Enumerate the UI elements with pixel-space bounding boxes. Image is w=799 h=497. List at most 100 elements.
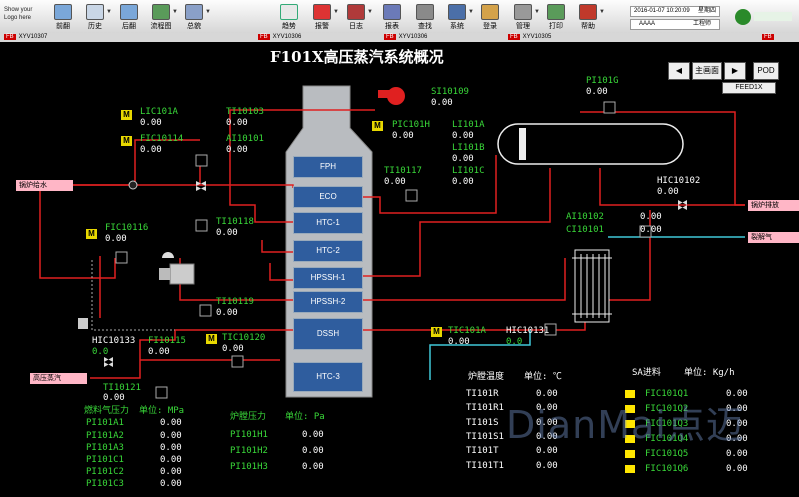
tag-hic10102-value: 0.00 [657, 187, 679, 197]
furnace-pressure-unit: 单位: Pa [285, 412, 325, 422]
furnace-temp-row-name[interactable]: TI101R [466, 389, 499, 399]
tag-fic10116-name[interactable]: FIC10116 [105, 223, 148, 233]
tag-lic101a-name[interactable]: LIC101A [140, 107, 178, 117]
actuator-icon [162, 252, 174, 258]
tag-ti10117-name[interactable]: TI10117 [384, 166, 422, 176]
tag-hic10131-value: 0.0 [506, 337, 523, 347]
stream-tag-blowdown[interactable]: 锅炉排放 [748, 200, 799, 211]
sa-feed-row-value: 0.00 [726, 449, 748, 459]
tag-li101b-value: 0.00 [452, 154, 474, 164]
stream-tag-cracking-gas[interactable]: 裂解气 [748, 232, 799, 243]
arrow-left-icon: ◀ [675, 66, 683, 75]
fuel-gas-unit: 单位: MPa [139, 406, 185, 416]
tag-hic10133-name[interactable]: HIC10133 [92, 336, 135, 346]
furnace-block-fph[interactable]: FPH [293, 156, 363, 178]
furnace-block-htc1[interactable]: HTC-1 [293, 212, 363, 234]
tag-ti10119-value: 0.00 [216, 308, 238, 318]
feed-button[interactable]: FEED1X [722, 82, 776, 94]
tag-pi101g-value: 0.00 [586, 87, 608, 97]
tag-ti10119-name[interactable]: TI10119 [216, 297, 254, 307]
fuel-gas-row-name[interactable]: PI101A1 [86, 418, 124, 428]
tag-li101a-name[interactable]: LI101A [452, 120, 485, 130]
manual-mode-indicator[interactable]: M [121, 136, 132, 146]
tag-pic101h-value: 0.00 [392, 131, 414, 141]
furnace-block-htc3[interactable]: HTC-3 [293, 362, 363, 392]
furnace-block-hpssh1[interactable]: HPSSH-1 [293, 267, 363, 289]
tag-fi10115-name[interactable]: FI10115 [148, 336, 186, 346]
sa-feed-row-value: 0.00 [726, 464, 748, 474]
furnace-block-hpssh2[interactable]: HPSSH-2 [293, 291, 363, 313]
tag-li101a-value: 0.00 [452, 131, 474, 141]
furnace-pressure-row-name[interactable]: PI101H2 [230, 446, 268, 456]
fuel-gas-row-value: 0.00 [160, 455, 182, 465]
furnace-pressure-row-value: 0.00 [302, 462, 324, 472]
tag-ti10118-name[interactable]: TI10118 [216, 217, 254, 227]
furnace-pressure-row-name[interactable]: PI101H3 [230, 462, 268, 472]
tag-ai10101-value: 0.00 [226, 145, 248, 155]
fuel-gas-row-name[interactable]: PI101A3 [86, 443, 124, 453]
tag-ci10101-value: 0.00 [640, 225, 662, 235]
sa-feed-unit: 单位: Kg/h [684, 368, 735, 378]
sa-feed-row-name[interactable]: FIC101Q6 [645, 464, 688, 474]
stream-tag-hp-steam[interactable]: 高压蒸汽 [30, 373, 87, 384]
tag-tic10120-value: 0.00 [222, 344, 244, 354]
furnace-block-dssh[interactable]: DSSH [293, 318, 363, 350]
tag-tic101a-name[interactable]: TIC101A [448, 326, 486, 336]
manual-mode-indicator[interactable]: M [372, 121, 383, 131]
watermark: DianMai点迈 [506, 403, 745, 447]
furnace-temp-row-name[interactable]: TI101T1 [466, 461, 504, 471]
tag-tic101a-value: 0.00 [448, 337, 470, 347]
nav-main-button[interactable]: 主画面 [692, 62, 722, 80]
nav-back-button[interactable]: ◀ [668, 62, 690, 80]
tag-hic10131-name[interactable]: HIC10131 [506, 326, 549, 336]
furnace-temp-row-value: 0.00 [536, 461, 558, 471]
tag-hic10102-name[interactable]: HIC10102 [657, 176, 700, 186]
manual-mode-indicator[interactable]: M [431, 327, 442, 337]
furnace-pressure-row-value: 0.00 [302, 446, 324, 456]
tag-pi101g-name[interactable]: PI101G [586, 76, 619, 86]
furnace-block-eco[interactable]: ECO [293, 186, 363, 208]
tag-tic10120-name[interactable]: TIC10120 [222, 333, 265, 343]
furnace-temp-row-name[interactable]: TI101S [466, 418, 499, 428]
desuperheater-inlet [159, 268, 170, 280]
fuel-gas-row-name[interactable]: PI101C2 [86, 467, 124, 477]
tag-ai10101-name[interactable]: AI10101 [226, 134, 264, 144]
fuel-gas-row-value: 0.00 [160, 418, 182, 428]
sa-feed-row-name[interactable]: FIC101Q5 [645, 449, 688, 459]
manual-mode-indicator[interactable]: M [206, 334, 217, 344]
tag-fic10114-value: 0.00 [140, 145, 162, 155]
manual-mode-indicator[interactable]: M [121, 110, 132, 120]
tag-si10109-name[interactable]: SI10109 [431, 87, 469, 97]
tag-ti10121-name[interactable]: TI10121 [103, 383, 141, 393]
tag-fic10116-value: 0.00 [105, 234, 127, 244]
furnace-temp-row-name[interactable]: TI101T [466, 446, 499, 456]
tag-si10109-value: 0.00 [431, 98, 453, 108]
tag-hic10133-value: 0.0 [92, 347, 109, 357]
furnace-block-htc2[interactable]: HTC-2 [293, 240, 363, 262]
fuel-gas-row-name[interactable]: PI101C1 [86, 455, 124, 465]
tag-ti10103-name[interactable]: TI10103 [226, 107, 264, 117]
tag-li101c-name[interactable]: LI101C [452, 166, 485, 176]
desuperheater [169, 263, 195, 285]
sa-feed-title: SA进料 [632, 368, 661, 378]
fuel-gas-row-name[interactable]: PI101C3 [86, 479, 124, 489]
tag-ti10103-value: 0.00 [226, 118, 248, 128]
status-indicator [625, 465, 635, 473]
pod-button[interactable]: POD [753, 62, 779, 80]
tag-pic101h-name[interactable]: PIC101H [392, 120, 430, 130]
nav-forward-button[interactable]: ▶ [724, 62, 746, 80]
fuel-gas-row-name[interactable]: PI101A2 [86, 431, 124, 441]
manual-mode-indicator[interactable]: M [86, 229, 97, 239]
tag-ci10101-name[interactable]: CI10101 [566, 225, 604, 235]
drum-separator [519, 128, 526, 160]
tag-fic10114-name[interactable]: FIC10114 [140, 134, 183, 144]
tag-ti10117-value: 0.00 [384, 177, 406, 187]
tag-ai10102-name[interactable]: AI10102 [566, 212, 604, 222]
stream-tag-boiler-feed[interactable]: 锅炉给水 [16, 180, 73, 191]
furnace-temp-row-name[interactable]: TI101R1 [466, 403, 504, 413]
tag-fi10115-value: 0.00 [148, 347, 170, 357]
furnace-pressure-row-value: 0.00 [302, 430, 324, 440]
furnace-temp-row-name[interactable]: TI101S1 [466, 432, 504, 442]
furnace-pressure-row-name[interactable]: PI101H1 [230, 430, 268, 440]
tag-li101b-name[interactable]: LI101B [452, 143, 485, 153]
